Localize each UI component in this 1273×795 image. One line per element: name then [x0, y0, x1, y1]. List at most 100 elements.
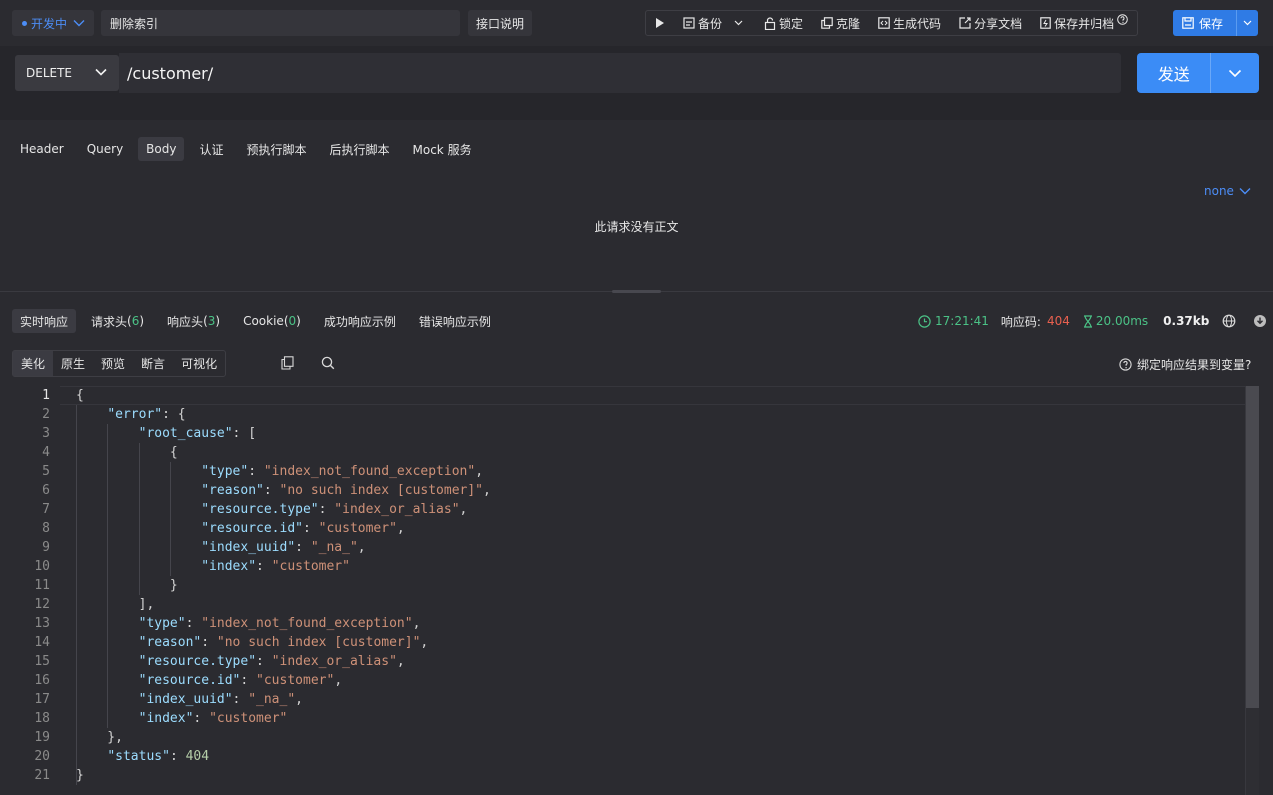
response-meta: 17:21:41 响应码: 404 20.00ms 0.37kb: [918, 309, 1267, 333]
resize-handle[interactable]: [612, 290, 661, 293]
chevron-down-icon: [1243, 20, 1252, 26]
line-number: 17: [34, 692, 50, 707]
code-line: "index": "customer": [138, 711, 288, 726]
lock-label: 锁定: [779, 16, 804, 31]
body-type-value: none: [1204, 184, 1234, 198]
view-raw[interactable]: 原生: [53, 351, 93, 376]
lock-button[interactable]: 锁定: [758, 11, 809, 35]
code-line: "resource.id": "customer",: [138, 673, 343, 688]
code-line: "reason": "no such index [customer]",: [201, 483, 491, 498]
scrollbar-thumb[interactable]: [1246, 386, 1259, 708]
hourglass-icon: [1083, 314, 1092, 328]
http-method-select[interactable]: DELETE: [15, 55, 119, 91]
environment-selector[interactable]: 开发中: [12, 10, 94, 36]
view-beautify[interactable]: 美化: [13, 351, 54, 376]
run-button[interactable]: [646, 11, 677, 35]
toolbar: 备份 锁定 克隆 生成代码 分享文档 保存并归档: [645, 10, 1139, 36]
save-button[interactable]: 保存: [1173, 10, 1258, 36]
view-mode-tabs: 美化 原生 预览 断言 可视化: [12, 350, 227, 377]
response-size: 0.37kb: [1163, 314, 1210, 328]
clock-icon: [918, 314, 931, 328]
url-input[interactable]: /customer/: [119, 53, 1121, 93]
line-number: 10: [34, 559, 50, 574]
status-code-label: 响应码:: [1000, 314, 1041, 329]
send-button[interactable]: 发送: [1137, 53, 1259, 93]
save-options-dropdown[interactable]: [1236, 10, 1258, 36]
tab-auth[interactable]: 认证: [191, 137, 231, 161]
code-line: "type": "index_not_found_exception",: [201, 464, 484, 479]
code-line: ],: [76, 597, 155, 612]
code-line: },: [76, 730, 123, 745]
line-number: 1: [42, 388, 50, 403]
tab-cookie[interactable]: Cookie(0): [235, 309, 309, 333]
chevron-down-icon: [94, 65, 108, 82]
search-icon[interactable]: [321, 356, 335, 373]
code-line: "error": {: [107, 407, 186, 422]
env-label: 开发中: [31, 16, 68, 31]
share-doc-button[interactable]: 分享文档: [953, 11, 1028, 35]
save-label: 保存: [1199, 16, 1224, 31]
line-number: 8: [42, 521, 50, 536]
tab-pre-script[interactable]: 预执行脚本: [238, 137, 314, 161]
code-line: }: [76, 578, 178, 593]
view-assert[interactable]: 断言: [133, 351, 173, 376]
tab-response-headers[interactable]: 响应头(3): [159, 309, 228, 333]
code-line: "resource.type": "index_or_alias",: [201, 502, 468, 517]
tab-success-example[interactable]: 成功响应示例: [316, 309, 404, 333]
help-icon: [1119, 358, 1132, 371]
api-doc-button[interactable]: 接口说明: [468, 10, 532, 36]
line-number: 9: [42, 540, 50, 555]
line-number: 12: [34, 597, 50, 612]
tab-count: 6: [131, 314, 140, 328]
tab-label: 成功响应示例: [323, 314, 396, 329]
code-line: "index": "customer": [201, 559, 350, 574]
tab-label: 错误响应示例: [418, 314, 491, 329]
tab-request-headers[interactable]: 请求头(6): [83, 309, 152, 333]
help-icon[interactable]: [1117, 13, 1128, 25]
line-number: 21: [34, 768, 50, 783]
line-number: 7: [42, 502, 50, 517]
play-icon: [656, 18, 664, 28]
copy-icon[interactable]: [281, 356, 294, 373]
view-preview[interactable]: 预览: [93, 351, 133, 376]
save-archive-button[interactable]: 保存并归档: [1034, 11, 1137, 35]
clone-button[interactable]: 克隆: [815, 11, 866, 35]
share-doc-label: 分享文档: [974, 16, 1023, 31]
backup-label: 备份: [698, 16, 723, 31]
tab-body[interactable]: Body: [138, 137, 185, 161]
save-icon: [1182, 17, 1194, 29]
response-time-value: 17:21:41: [935, 314, 989, 328]
api-name-input[interactable]: 删除索引: [101, 10, 460, 36]
tab-live-response[interactable]: 实时响应: [12, 309, 77, 333]
bind-response-variable[interactable]: 绑定响应结果到变量?: [1119, 356, 1251, 373]
tab-count: 3: [207, 314, 216, 328]
code-line: "reason": "no such index [customer]",: [138, 635, 429, 650]
send-options-dropdown[interactable]: [1210, 53, 1259, 93]
line-number: 2: [42, 407, 50, 422]
status-code-value: 404: [1046, 314, 1070, 328]
tab-post-script[interactable]: 后执行脚本: [322, 137, 398, 161]
tab-label: 响应头: [167, 314, 204, 329]
download-icon[interactable]: [1253, 314, 1267, 328]
tab-mock-service[interactable]: Mock 服务: [405, 137, 480, 161]
globe-icon[interactable]: [1222, 314, 1236, 328]
bind-variable-label: 绑定响应结果到变量?: [1137, 358, 1252, 372]
backup-button[interactable]: 备份: [677, 11, 752, 35]
tab-header[interactable]: Header: [12, 137, 72, 161]
save-archive-label: 保存并归档: [1054, 16, 1115, 31]
code-line: {: [76, 388, 84, 403]
http-method-value: DELETE: [26, 66, 73, 80]
tab-query[interactable]: Query: [79, 137, 131, 161]
line-number: 11: [34, 578, 50, 593]
tab-error-example[interactable]: 错误响应示例: [411, 309, 499, 333]
response-tabs: 实时响应 请求头(6) 响应头(3) Cookie(0) 成功响应示例 错误响应…: [12, 309, 506, 333]
view-visualize[interactable]: 可视化: [173, 351, 225, 376]
line-number: 16: [34, 673, 50, 688]
generate-code-button[interactable]: 生成代码: [872, 11, 947, 35]
backup-icon: [683, 17, 695, 29]
line-number: 5: [42, 464, 50, 479]
code-line: "status": 404: [107, 749, 210, 764]
response-time: 17:21:41: [918, 314, 989, 328]
body-type-select[interactable]: none: [1204, 184, 1251, 198]
code-line: {: [76, 445, 178, 460]
